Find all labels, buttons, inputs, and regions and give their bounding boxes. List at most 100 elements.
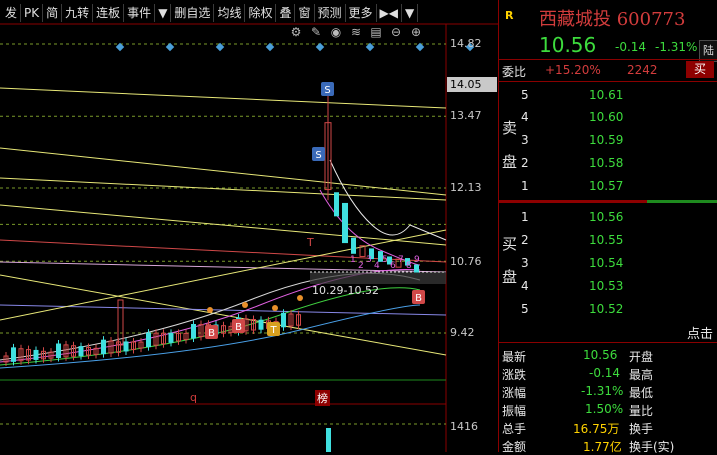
candle-body [191,324,196,339]
range-annotation: 10.29-10.52 [312,284,379,297]
sell-marker-text: S [324,85,330,96]
volume-tick: 1416 [450,420,478,433]
minus-icon[interactable]: ⊖ [388,25,404,39]
stack-icon[interactable]: ≋ [348,25,364,39]
stat-label-2: 换手 [629,422,654,436]
sequence-number: 3 [366,255,372,265]
weibi-row: 委比 +15.20% 2242 买 [499,60,717,80]
volume-bar [326,428,331,452]
ask-row-3[interactable]: 3 10.59 [499,129,717,151]
file-icon[interactable]: ▤ [368,25,384,39]
candle-body [56,343,61,359]
toolbar-dropdown-2[interactable]: ▼ [402,4,419,22]
bid-level: 5 [521,302,529,316]
ask-row-2[interactable]: 2 10.58 [499,152,717,174]
stat-row: 涨幅 -1.31% 最低 [499,382,717,400]
bid-row-2[interactable]: 2 10.55 [499,229,717,251]
candle-body [78,346,84,357]
signal-dot [297,295,303,301]
ask-row-4[interactable]: 4 10.60 [499,106,717,128]
r-badge: R [505,9,514,22]
click-hint[interactable]: 点击 [687,323,713,342]
toolbar-btn-shijian[interactable]: 事件 [124,4,156,22]
candle-body [146,332,151,348]
toolbar-dropdown[interactable]: ▼ [155,4,172,22]
bid-row-3[interactable]: 3 10.54 [499,252,717,274]
divider [499,81,717,82]
pen-icon[interactable]: ✎ [308,25,324,39]
signal-dot [272,305,278,311]
stat-label: 涨跌 [502,368,527,382]
toolbar-btn-exright[interactable]: 除权 [245,4,277,22]
sequence-number: 5 [382,255,388,265]
buy-button[interactable]: 买 [686,61,714,78]
candle-body [342,202,348,244]
price-tick-5: 9.42 [450,326,475,339]
ask-price: 10.58 [589,156,624,170]
sequence-number: 8 [406,261,412,271]
current-price-tag: 14.05 [447,77,497,92]
sequence-number: 6 [390,261,396,271]
bid-level: 3 [521,256,529,270]
bid-row-5[interactable]: 5 10.52 [499,298,717,320]
stat-label-2: 最低 [629,386,654,400]
candle-body [33,349,39,360]
toolbar-btn-window[interactable]: 窗 [295,4,315,22]
ask-level: 3 [521,133,529,147]
candle-body [281,312,286,328]
bid-row-1[interactable]: 1 10.56 [499,206,717,228]
price-tick-1: 14.82 [450,37,482,50]
candle-body [101,339,106,355]
bid-level: 4 [521,279,529,293]
toolbar-btn-more[interactable]: 更多 [346,4,377,22]
candle-body [414,264,419,273]
toolbar-btn-jiuzhuan[interactable]: 九转 [62,4,94,22]
signal-dot [242,302,248,308]
stock-title: 西藏城投 600773 [539,5,685,31]
stat-row: 涨跌 -0.14 最高 [499,364,717,382]
candle-body [168,332,174,343]
sequence-number: 4 [374,261,380,271]
bid-price: 10.52 [589,302,624,316]
weibi-pct: +15.20% [545,63,601,77]
diamond-marker [165,42,175,52]
price-tick-2: 13.47 [450,109,482,122]
kline-chart[interactable]: S S B B B T T 123456789 [0,0,498,452]
t-marker-text: T [269,325,277,336]
ask-level: 1 [521,179,529,193]
toolbar-btn-collapse[interactable]: ▶◀ [377,4,402,22]
trend-line [0,177,447,201]
eye-icon[interactable]: ◉ [328,25,344,39]
toolbar-btn-ma[interactable]: 均线 [214,4,246,22]
gear-icon[interactable]: ⚙ [288,25,304,39]
ask-level: 5 [521,88,529,102]
toolbar-btn-fa[interactable]: 发 [2,4,22,22]
bid-price: 10.55 [589,233,624,247]
signal-dot [207,307,213,313]
sub-q-label: q [190,391,197,404]
stat-value: 1.77亿 [583,440,622,454]
toolbar-btn-forecast[interactable]: 预测 [315,4,346,22]
toolbar-btn-overlay[interactable]: 叠 [276,4,296,22]
toolbar-btn-lianban[interactable]: 连板 [93,4,125,22]
toolbar-btn-pk[interactable]: PK [21,4,44,22]
candle-body [123,341,129,352]
toolbar-btn-remove-watch[interactable]: 删自选 [171,4,215,22]
ask-row-1[interactable]: 1 10.57 [499,175,717,197]
trend-line [0,204,447,246]
bid-level: 1 [521,210,529,224]
toolbar-btn-jian[interactable]: 简 [43,4,63,22]
stat-label: 涨幅 [502,386,527,400]
trend-line [0,274,447,356]
sub-bang-label: 榜 [315,390,330,406]
bid-row-4[interactable]: 4 10.53 [499,275,717,297]
price-tick-4: 10.76 [450,255,482,268]
plus-icon[interactable]: ⊕ [408,25,424,39]
stat-value: -1.31% [581,384,624,398]
bid-level: 2 [521,233,529,247]
buy-marker-text: B [235,322,242,333]
range-box [310,272,446,284]
stat-label-2: 开盘 [629,350,654,364]
ask-row-5[interactable]: 5 10.61 [499,84,717,106]
stat-value: 1.50% [585,402,624,416]
